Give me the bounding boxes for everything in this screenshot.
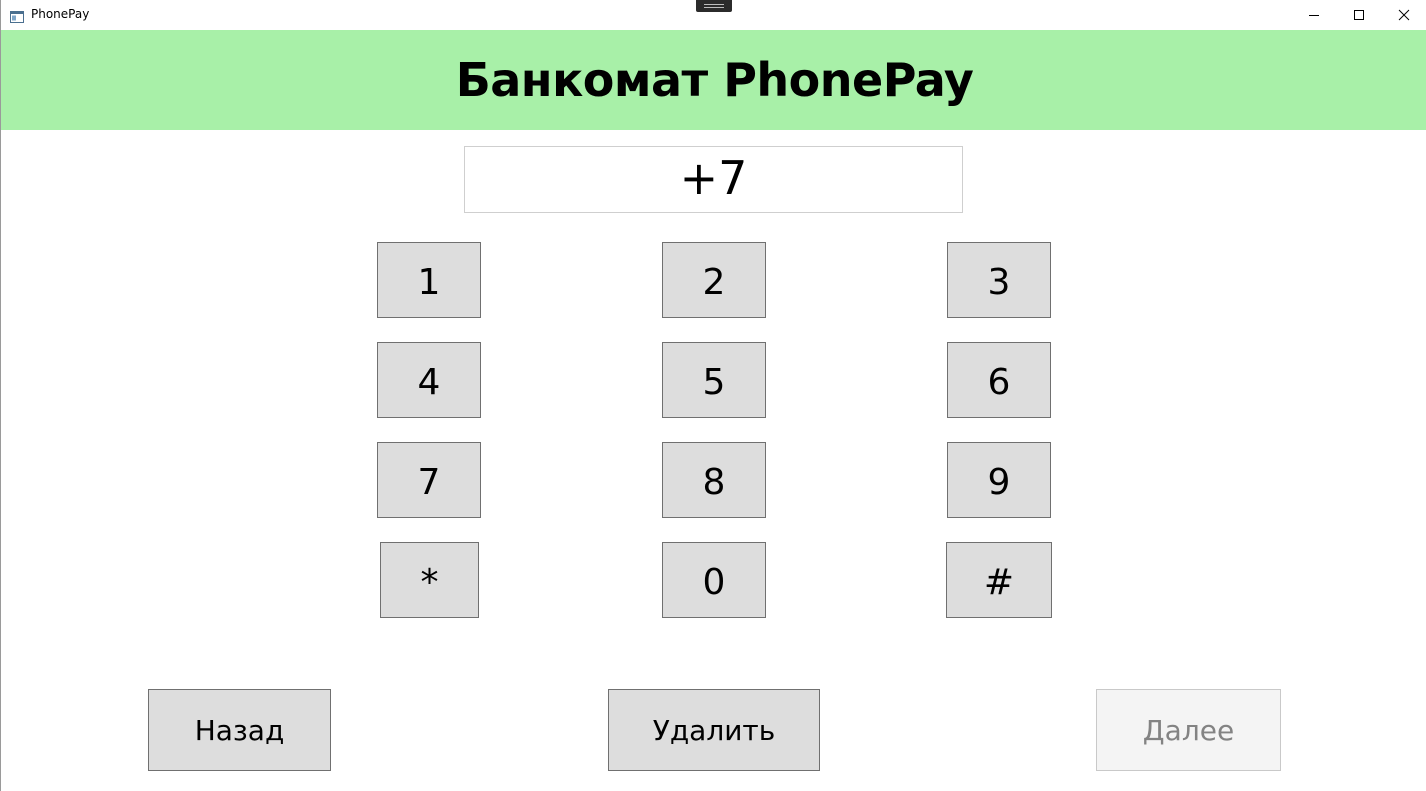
- key-label: 5: [702, 361, 726, 403]
- back-button[interactable]: Назад: [148, 689, 331, 771]
- minimize-button[interactable]: [1291, 0, 1336, 30]
- key-label: 8: [702, 461, 726, 503]
- maximize-button[interactable]: [1336, 0, 1381, 30]
- app-window-icon: [10, 8, 24, 23]
- back-button-label: Назад: [194, 713, 285, 747]
- key-5-button[interactable]: 5: [662, 342, 766, 418]
- key-0-button[interactable]: 0: [662, 542, 766, 618]
- minimize-icon: [1308, 6, 1320, 25]
- delete-button[interactable]: Удалить: [608, 689, 820, 771]
- key-3-button[interactable]: 3: [947, 242, 1051, 318]
- close-icon: [1398, 6, 1410, 25]
- close-button[interactable]: [1381, 0, 1426, 30]
- key-label: 3: [987, 261, 1011, 303]
- key-2-button[interactable]: 2: [662, 242, 766, 318]
- delete-button-label: Удалить: [652, 713, 776, 747]
- header-banner: Банкомат PhonePay: [1, 30, 1426, 130]
- key-8-button[interactable]: 8: [662, 442, 766, 518]
- key-label: 0: [702, 561, 726, 603]
- title-bar[interactable]: PhonePay: [1, 0, 1426, 30]
- key-label: 2: [702, 261, 726, 303]
- key-label: 1: [417, 261, 441, 303]
- next-button-label: Далее: [1142, 713, 1235, 747]
- key-hash-button[interactable]: #: [946, 542, 1052, 618]
- key-9-button[interactable]: 9: [947, 442, 1051, 518]
- key-label: 6: [987, 361, 1011, 403]
- key-6-button[interactable]: 6: [947, 342, 1051, 418]
- key-7-button[interactable]: 7: [377, 442, 481, 518]
- key-label: #: [983, 561, 1015, 603]
- key-label: 7: [417, 461, 441, 503]
- drag-handle-icon[interactable]: [696, 0, 732, 12]
- next-button[interactable]: Далее: [1096, 689, 1281, 771]
- key-label: 4: [417, 361, 441, 403]
- key-label: *: [420, 561, 439, 603]
- window-title: PhonePay: [31, 7, 90, 21]
- page-title: Банкомат PhonePay: [455, 53, 974, 107]
- key-1-button[interactable]: 1: [377, 242, 481, 318]
- phone-number-input[interactable]: +7: [464, 146, 963, 213]
- maximize-icon: [1353, 6, 1365, 25]
- app-window: PhonePay Банкомат PhonePay +7 1 2 3 4 5 …: [0, 0, 1426, 791]
- key-star-button[interactable]: *: [380, 542, 479, 618]
- key-4-button[interactable]: 4: [377, 342, 481, 418]
- key-label: 9: [987, 461, 1011, 503]
